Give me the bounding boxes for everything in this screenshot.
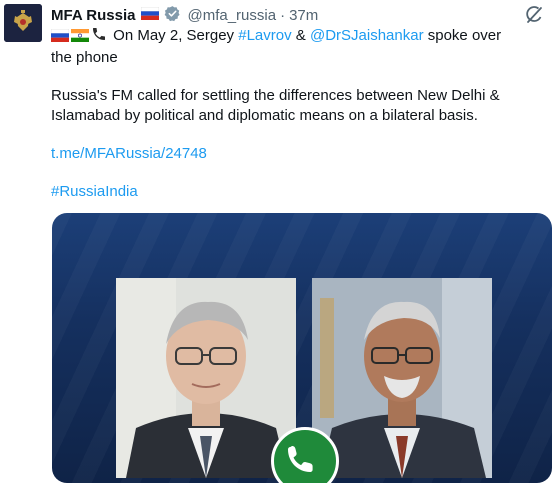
author-handle[interactable]: @mfa_russia xyxy=(187,7,276,24)
hashtag-russiaindia[interactable]: #RussiaIndia xyxy=(51,183,138,200)
avatar[interactable] xyxy=(4,4,42,42)
photo-jaishankar xyxy=(312,278,492,478)
tweet-paragraph-3: t.me/MFARussia/24748 xyxy=(51,144,521,164)
grok-icon[interactable] xyxy=(524,5,544,25)
separator-dot: · xyxy=(280,6,286,24)
tweet-paragraph-4: #RussiaIndia xyxy=(51,182,521,202)
phone-call-icon xyxy=(271,427,339,483)
india-flag-icon xyxy=(71,28,89,48)
russia-flag-icon xyxy=(141,6,160,24)
telephone-icon xyxy=(91,26,107,48)
timestamp[interactable]: 37m xyxy=(289,7,318,24)
tweet-paragraph-2: Russia's FM called for settling the diff… xyxy=(51,87,500,124)
russia-flag-icon xyxy=(50,28,70,48)
tweet-text: On May 2, Sergey #Lavrov & @DrSJaishanka… xyxy=(50,26,521,220)
tweet-text-lead: On May 2, Sergey xyxy=(113,27,235,44)
photo-lavrov xyxy=(116,278,296,478)
mention-jaishankar[interactable]: @DrSJaishankar xyxy=(310,27,424,44)
author-name[interactable]: MFA Russia xyxy=(51,7,135,24)
tweet-paragraph-1: On May 2, Sergey #Lavrov & @DrSJaishanka… xyxy=(50,26,521,68)
coat-of-arms-icon xyxy=(4,4,42,42)
tweet-header: MFA Russia @mfa_russia · 37m xyxy=(51,5,546,25)
ampersand: & xyxy=(295,27,306,44)
hashtag-lavrov[interactable]: #Lavrov xyxy=(238,27,291,44)
verified-badge-icon xyxy=(164,5,181,26)
media-card[interactable] xyxy=(52,213,552,483)
telegram-link[interactable]: t.me/MFARussia/24748 xyxy=(51,145,207,162)
